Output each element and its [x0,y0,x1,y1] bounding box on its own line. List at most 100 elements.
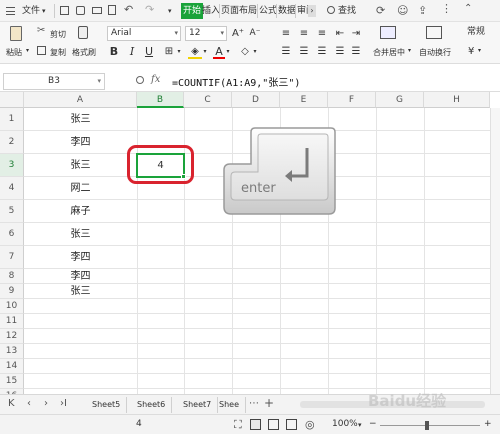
row-header-2[interactable]: 2 [0,131,24,154]
format-painter-button[interactable]: 格式刷 [72,47,96,58]
cell-a5[interactable]: 麻子 [24,200,137,223]
column-header-g[interactable]: G [376,92,424,108]
cell-a1[interactable]: 张三 [24,108,137,131]
prev-sheet-icon[interactable]: ‹ [27,398,31,409]
indent-decrease-icon[interactable]: ⇤ [333,26,347,41]
zoom-out-icon[interactable]: − [369,419,377,429]
sheet-more-icon[interactable]: ⋯ [249,398,259,409]
zoom-slider-handle[interactable] [425,421,429,430]
column-header-d[interactable]: D [232,92,280,108]
print-icon[interactable] [92,7,102,14]
cell-a7[interactable]: 李四 [24,246,137,269]
row-header-12[interactable]: 12 [0,329,24,344]
underline-icon[interactable]: U [143,44,155,59]
sync-icon[interactable]: ⟳ [376,4,385,17]
scissors-icon[interactable]: ✂ [37,25,45,36]
font-size-select[interactable]: 12 ▾ [185,26,227,41]
indent-increase-icon[interactable]: ⇥ [349,26,363,41]
tab-data[interactable]: 数据 [277,3,297,19]
align-top-icon[interactable]: ≡ [279,26,293,41]
page-layout-view-icon[interactable] [286,419,297,430]
cell-a2[interactable]: 李四 [24,131,137,154]
row-header-15[interactable]: 15 [0,374,24,389]
zoom-level[interactable]: 100% [332,419,358,429]
chevron-down-icon[interactable]: ▾ [202,44,208,59]
row-header-13[interactable]: 13 [0,344,24,359]
font-color-icon[interactable]: A [213,44,225,59]
export-pdf-icon[interactable] [108,5,116,15]
row-header-4[interactable]: 4 [0,177,24,200]
merge-center-icon[interactable] [380,26,396,39]
chevron-down-icon[interactable]: ▾ [168,3,172,19]
cell-a9[interactable]: 张三 [24,284,137,299]
name-box[interactable]: B3 ▾ [3,73,105,90]
row-header-1[interactable]: 1 [0,108,24,131]
spreadsheet-grid[interactable]: A B C D E F G H 1 2 3 4 5 6 7 8 9 10 11 … [0,92,500,394]
shrink-font-icon[interactable]: A⁻ [248,26,262,41]
tab-formulas[interactable]: 公式 [258,3,278,19]
sheet-tab-5[interactable]: Sheet5 [86,397,128,413]
wrap-text-icon[interactable] [426,26,442,39]
first-sheet-icon[interactable]: K [8,398,15,409]
select-all-corner[interactable] [0,92,24,108]
hamburger-icon[interactable] [6,7,15,15]
search-icon[interactable] [327,6,335,14]
user-icon[interactable]: ☺ [397,4,408,17]
border-icon[interactable]: ⊞ [162,44,176,59]
more-icon[interactable]: ⋮ [441,2,452,15]
vertical-scrollbar[interactable] [490,108,500,394]
align-bottom-icon[interactable]: ≡ [315,26,329,41]
page-break-view-icon[interactable] [268,419,279,430]
chevron-down-icon[interactable]: ▾ [26,47,29,54]
wrap-text-button[interactable]: 自动换行 [419,47,451,58]
zoom-slider[interactable] [380,425,480,426]
zoom-in-icon[interactable]: + [484,419,492,429]
column-header-e[interactable]: E [280,92,328,108]
zoom-icon[interactable] [136,76,144,84]
chevron-down-icon[interactable]: ▾ [478,47,481,54]
chevron-down-icon[interactable]: ▾ [225,44,231,59]
fx-icon[interactable]: fx [151,74,160,85]
more-tabs-icon[interactable]: › [308,5,316,17]
redo-icon[interactable]: ↷ [145,3,154,16]
grow-font-icon[interactable]: A⁺ [231,26,245,41]
align-center-icon[interactable]: ☰ [297,44,311,59]
chevron-down-icon[interactable]: ▾ [42,3,46,19]
add-sheet-button[interactable]: + [264,396,274,410]
sheet-tab-partial[interactable]: Shee [213,397,246,413]
distribute-icon[interactable]: ☰ [349,44,363,59]
paste-button[interactable]: 粘贴 [6,47,22,58]
chevron-up-icon[interactable]: ⌃ [464,3,472,14]
share-icon[interactable]: ⇪ [418,4,427,17]
cut-button[interactable]: 剪切 [50,29,66,40]
sheet-tab-6[interactable]: Sheet6 [131,397,173,413]
align-right-icon[interactable]: ☰ [315,44,329,59]
cell-a3[interactable]: 张三 [24,154,137,177]
column-header-c[interactable]: C [184,92,232,108]
bold-icon[interactable]: B [108,44,120,59]
chevron-down-icon[interactable]: ▾ [252,44,258,59]
column-header-a[interactable]: A [24,92,137,108]
tab-home[interactable]: 开始 [181,3,204,19]
zoom-dropdown-icon[interactable]: ▾ [358,421,362,429]
fill-color-icon[interactable]: ◈ [188,44,202,59]
cell-a4[interactable]: 网二 [24,177,137,200]
normal-view-icon[interactable] [250,419,261,430]
row-header-10[interactable]: 10 [0,299,24,314]
row-header-11[interactable]: 11 [0,314,24,329]
row-header-5[interactable]: 5 [0,200,24,223]
font-name-select[interactable]: Arial ▾ [107,26,181,41]
number-format-select[interactable]: 常规 [464,26,498,41]
align-left-icon[interactable]: ☰ [279,44,293,59]
chevron-down-icon[interactable]: ▾ [408,47,411,54]
align-middle-icon[interactable]: ≡ [297,26,311,41]
undo-icon[interactable]: ↶ [124,3,133,16]
cell-a6[interactable]: 张三 [24,223,137,246]
copy-icon[interactable] [37,46,46,55]
save-icon[interactable] [60,6,69,15]
next-sheet-icon[interactable]: › [44,398,48,409]
clear-format-icon[interactable]: ◇ [238,44,252,59]
column-header-b[interactable]: B [137,92,184,108]
tab-page-layout[interactable]: 页面布局 [220,3,258,19]
cell-a8[interactable]: 李四 [24,269,137,284]
